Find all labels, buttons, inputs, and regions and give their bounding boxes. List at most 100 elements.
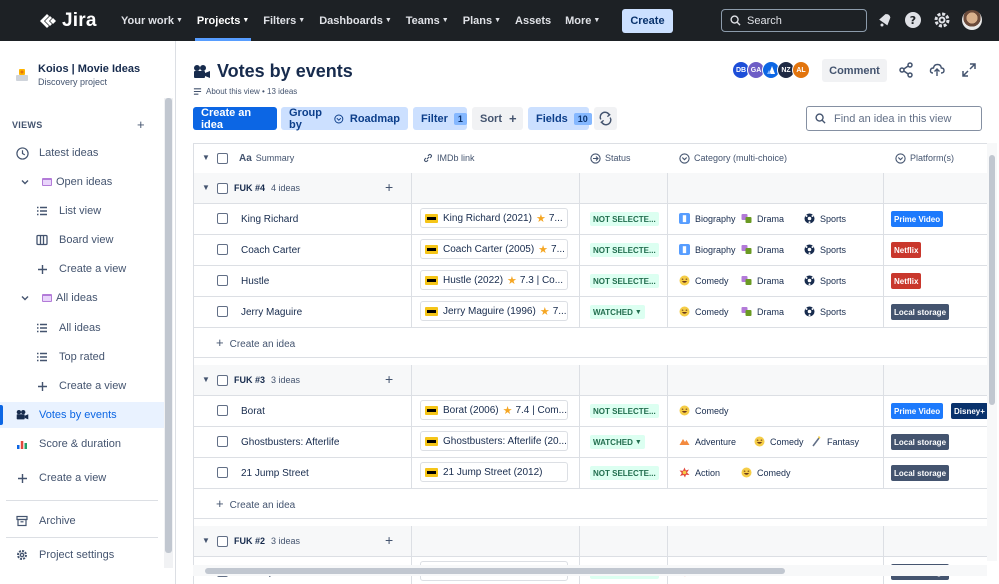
idea-summary[interactable]: Jerry Maguire: [241, 307, 302, 318]
profile-avatar[interactable]: [962, 10, 982, 30]
find-idea-input[interactable]: Find an idea in this view: [806, 106, 982, 131]
nav-item-filters[interactable]: Filters ▼: [259, 0, 309, 41]
fields-button[interactable]: Fields 10: [528, 107, 592, 130]
sidebar-item-create-a-view[interactable]: Create a view: [0, 256, 164, 282]
collaborator-avatar[interactable]: AL: [792, 61, 810, 79]
sidebar-item-create-a-view[interactable]: Create a view: [0, 373, 164, 399]
collapse-all-chevron-icon[interactable]: ▼: [202, 153, 210, 162]
idea-summary[interactable]: Coach Carter: [241, 245, 300, 256]
horizontal-scroll-thumb[interactable]: [205, 568, 785, 574]
platform-tag[interactable]: Netflix: [891, 273, 922, 289]
imdb-link[interactable]: Hustle (2022) ★ 7.3 | Co...: [420, 270, 568, 290]
category-tag[interactable]: Sports: [804, 244, 846, 255]
column-header-category[interactable]: Category (multi-choice): [679, 143, 787, 173]
column-header-status[interactable]: Status: [590, 143, 631, 173]
platform-tag[interactable]: Local storage: [891, 434, 950, 450]
share-icon[interactable]: [898, 62, 914, 78]
category-tag[interactable]: ▮ Biography: [679, 244, 736, 255]
sidebar-scroll-thumb[interactable]: [165, 98, 172, 553]
row-checkbox[interactable]: [217, 275, 228, 286]
status-lozenge[interactable]: NOT SELECTE...: [590, 243, 659, 257]
platform-tag[interactable]: Prime Video: [891, 403, 944, 419]
collapse-group-chevron-icon[interactable]: ▼: [202, 375, 210, 384]
idea-summary[interactable]: Hustle: [241, 276, 269, 287]
chevron-down-icon[interactable]: [18, 291, 32, 305]
collapse-group-chevron-icon[interactable]: ▼: [202, 536, 210, 545]
category-tag[interactable]: Comedy: [679, 306, 729, 317]
idea-summary[interactable]: Ghostbusters: Afterlife: [241, 437, 339, 448]
help-icon[interactable]: ?: [904, 11, 922, 29]
about-view-link[interactable]: About this view • 13 ideas: [193, 87, 297, 96]
create-button[interactable]: Create: [622, 8, 673, 33]
project-header[interactable]: Koios | Movie Ideas Discovery project: [14, 63, 140, 87]
sort-button[interactable]: Sort +: [472, 107, 523, 130]
category-tag[interactable]: Adventure: [679, 436, 736, 447]
category-tag[interactable]: Comedy: [679, 405, 729, 416]
sidebar-item-votes-by-events[interactable]: Votes by events: [0, 402, 164, 428]
sidebar-item-list-view[interactable]: List view: [0, 198, 164, 224]
imdb-link[interactable]: King Richard (2021) ★ 7...: [420, 208, 568, 228]
sidebar-item-project-settings[interactable]: Project settings: [0, 542, 164, 568]
status-lozenge[interactable]: NOT SELECTE...: [590, 404, 659, 418]
imdb-link[interactable]: Jerry Maguire (1996) ★ 7...: [420, 301, 568, 321]
sidebar-item-all-ideas[interactable]: All ideas: [0, 285, 164, 311]
column-header-imdb[interactable]: IMDb link: [423, 143, 475, 173]
group-by-button[interactable]: Group by Roadmap: [281, 107, 408, 131]
category-tag[interactable]: Sports: [804, 213, 846, 224]
row-checkbox[interactable]: [217, 244, 228, 255]
idea-summary[interactable]: Borat: [241, 406, 265, 417]
status-lozenge[interactable]: WATCHED ▼: [590, 435, 645, 449]
status-lozenge[interactable]: NOT SELECTE...: [590, 466, 659, 480]
chevron-down-icon[interactable]: [18, 175, 32, 189]
imdb-link[interactable]: Coach Carter (2005) ★ 7...: [420, 239, 568, 259]
row-checkbox[interactable]: [217, 405, 228, 416]
add-to-group-plus-icon[interactable]: +: [385, 371, 393, 387]
notifications-icon[interactable]: [876, 11, 894, 29]
column-header-platform[interactable]: Platform(s): [895, 143, 954, 173]
status-lozenge[interactable]: WATCHED ▼: [590, 305, 645, 319]
filter-button[interactable]: Filter 1: [413, 107, 467, 130]
category-tag[interactable]: Comedy: [754, 436, 804, 447]
sidebar-item-all-ideas[interactable]: All ideas: [0, 315, 164, 341]
category-tag[interactable]: Comedy: [679, 275, 729, 286]
group-checkbox[interactable]: [217, 183, 228, 194]
create-idea-button[interactable]: Create an idea: [193, 107, 277, 131]
sidebar-item-archive[interactable]: Archive: [0, 508, 164, 534]
sidebar-item-board-view[interactable]: Board view: [0, 227, 164, 253]
platform-tag[interactable]: Prime Video: [891, 211, 944, 227]
settings-icon[interactable]: [933, 11, 951, 29]
category-tag[interactable]: Drama: [741, 306, 784, 317]
row-checkbox[interactable]: [217, 467, 228, 478]
vertical-scroll-thumb[interactable]: [989, 155, 995, 405]
nav-item-teams[interactable]: Teams ▼: [402, 0, 453, 41]
add-to-group-plus-icon[interactable]: +: [385, 179, 393, 195]
category-tag[interactable]: Comedy: [741, 467, 791, 478]
add-view-plus-icon[interactable]: +: [137, 117, 145, 132]
nav-item-dashboards[interactable]: Dashboards ▼: [315, 0, 396, 41]
add-to-group-plus-icon[interactable]: +: [385, 532, 393, 548]
row-checkbox[interactable]: [217, 436, 228, 447]
group-checkbox[interactable]: [217, 536, 228, 547]
idea-summary[interactable]: 21 Jump Street: [241, 468, 309, 479]
platform-tag[interactable]: Netflix: [891, 242, 922, 258]
sidebar-item-open-ideas[interactable]: Open ideas: [0, 169, 164, 195]
status-lozenge[interactable]: NOT SELECTE...: [590, 274, 659, 288]
table-vertical-scrollbar[interactable]: [987, 143, 997, 561]
collapse-group-chevron-icon[interactable]: ▼: [202, 183, 210, 192]
sidebar-item-top-rated[interactable]: Top rated: [0, 344, 164, 370]
row-checkbox[interactable]: [217, 213, 228, 224]
create-idea-row[interactable]: + Create an idea: [216, 335, 301, 350]
export-cloud-icon[interactable]: [929, 62, 945, 78]
nav-item-more[interactable]: More ▼: [561, 0, 604, 41]
category-tag[interactable]: Sports: [804, 306, 846, 317]
row-checkbox[interactable]: [217, 306, 228, 317]
jira-logo[interactable]: Jira: [38, 10, 102, 32]
sidebar-item-score-duration[interactable]: Score & duration: [0, 431, 164, 457]
category-tag[interactable]: Drama: [741, 244, 784, 255]
table-horizontal-scrollbar[interactable]: [193, 565, 987, 576]
nav-item-your-work[interactable]: Your work ▼: [117, 0, 187, 41]
platform-tag[interactable]: Local storage: [891, 304, 950, 320]
category-tag[interactable]: Fantasy: [811, 436, 859, 447]
comment-button[interactable]: Comment: [822, 59, 887, 82]
nav-item-projects[interactable]: Projects ▼: [193, 0, 253, 41]
